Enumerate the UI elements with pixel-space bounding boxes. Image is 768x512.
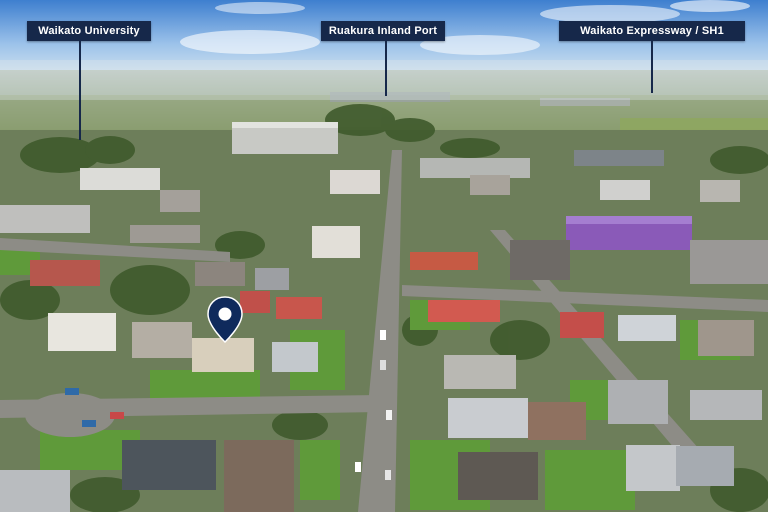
label-waikato-expressway: Waikato Expressway / SH1 <box>559 21 745 41</box>
map-pin-icon <box>207 296 243 344</box>
label-ruakura-inland-port: Ruakura Inland Port <box>321 21 445 41</box>
leader-line-inland-port <box>385 41 387 96</box>
label-waikato-university: Waikato University <box>27 21 151 41</box>
leader-line-university <box>79 41 81 140</box>
aerial-photo-scene: Waikato University Ruakura Inland Port W… <box>0 0 768 512</box>
leader-line-expressway <box>651 41 653 93</box>
